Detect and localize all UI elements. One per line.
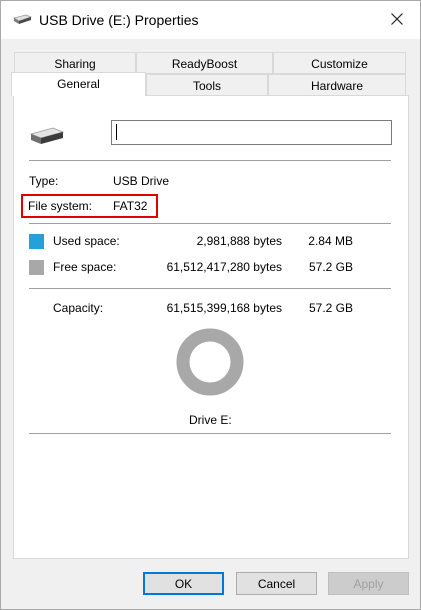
capacity-bytes: 61,515,399,168 bytes <box>166 301 282 315</box>
tab-hardware[interactable]: Hardware <box>268 74 406 96</box>
donut-free-ring <box>176 328 244 396</box>
window-title: USB Drive (E:) Properties <box>39 12 199 28</box>
drive-icon <box>12 14 33 29</box>
drive-name-input[interactable] <box>111 120 392 145</box>
separator-middle <box>29 223 391 224</box>
free-space-size: 57.2 GB <box>308 260 353 274</box>
separator-capacity <box>29 288 391 289</box>
free-space-label: Free space: <box>53 260 117 274</box>
usb-drive-icon <box>29 126 65 151</box>
cancel-button[interactable]: Cancel <box>236 572 317 595</box>
file-system-highlight <box>21 194 158 218</box>
general-panel <box>13 95 409 559</box>
free-space-bytes: 61,512,417,280 bytes <box>166 260 282 274</box>
tab-readyboost[interactable]: ReadyBoost <box>136 52 273 74</box>
tab-general[interactable]: General <box>11 72 146 96</box>
used-space-label: Used space: <box>53 234 120 248</box>
type-value: USB Drive <box>113 174 170 188</box>
separator-bottom <box>29 433 391 434</box>
drive-letter-label: Drive E: <box>189 413 232 427</box>
tab-tools[interactable]: Tools <box>146 74 268 96</box>
text-caret <box>116 124 117 140</box>
separator-top <box>29 160 391 161</box>
properties-window: USB Drive (E:) Properties Sharing ReadyB… <box>0 0 421 610</box>
tab-customize[interactable]: Customize <box>273 52 406 74</box>
capacity-size: 57.2 GB <box>308 301 353 315</box>
close-icon <box>391 12 403 28</box>
close-button[interactable] <box>381 7 413 33</box>
usage-donut-chart <box>176 328 244 396</box>
type-label: Type: <box>29 174 59 188</box>
tab-sharing[interactable]: Sharing <box>14 52 136 74</box>
apply-button[interactable]: Apply <box>328 572 409 595</box>
ok-button[interactable]: OK <box>143 572 224 595</box>
used-space-bytes: 2,981,888 bytes <box>196 234 282 248</box>
title-bar: USB Drive (E:) Properties <box>1 1 420 39</box>
used-space-size: 2.84 MB <box>308 234 353 248</box>
used-space-swatch <box>29 234 44 249</box>
capacity-label: Capacity: <box>53 301 104 315</box>
free-space-swatch <box>29 260 44 275</box>
